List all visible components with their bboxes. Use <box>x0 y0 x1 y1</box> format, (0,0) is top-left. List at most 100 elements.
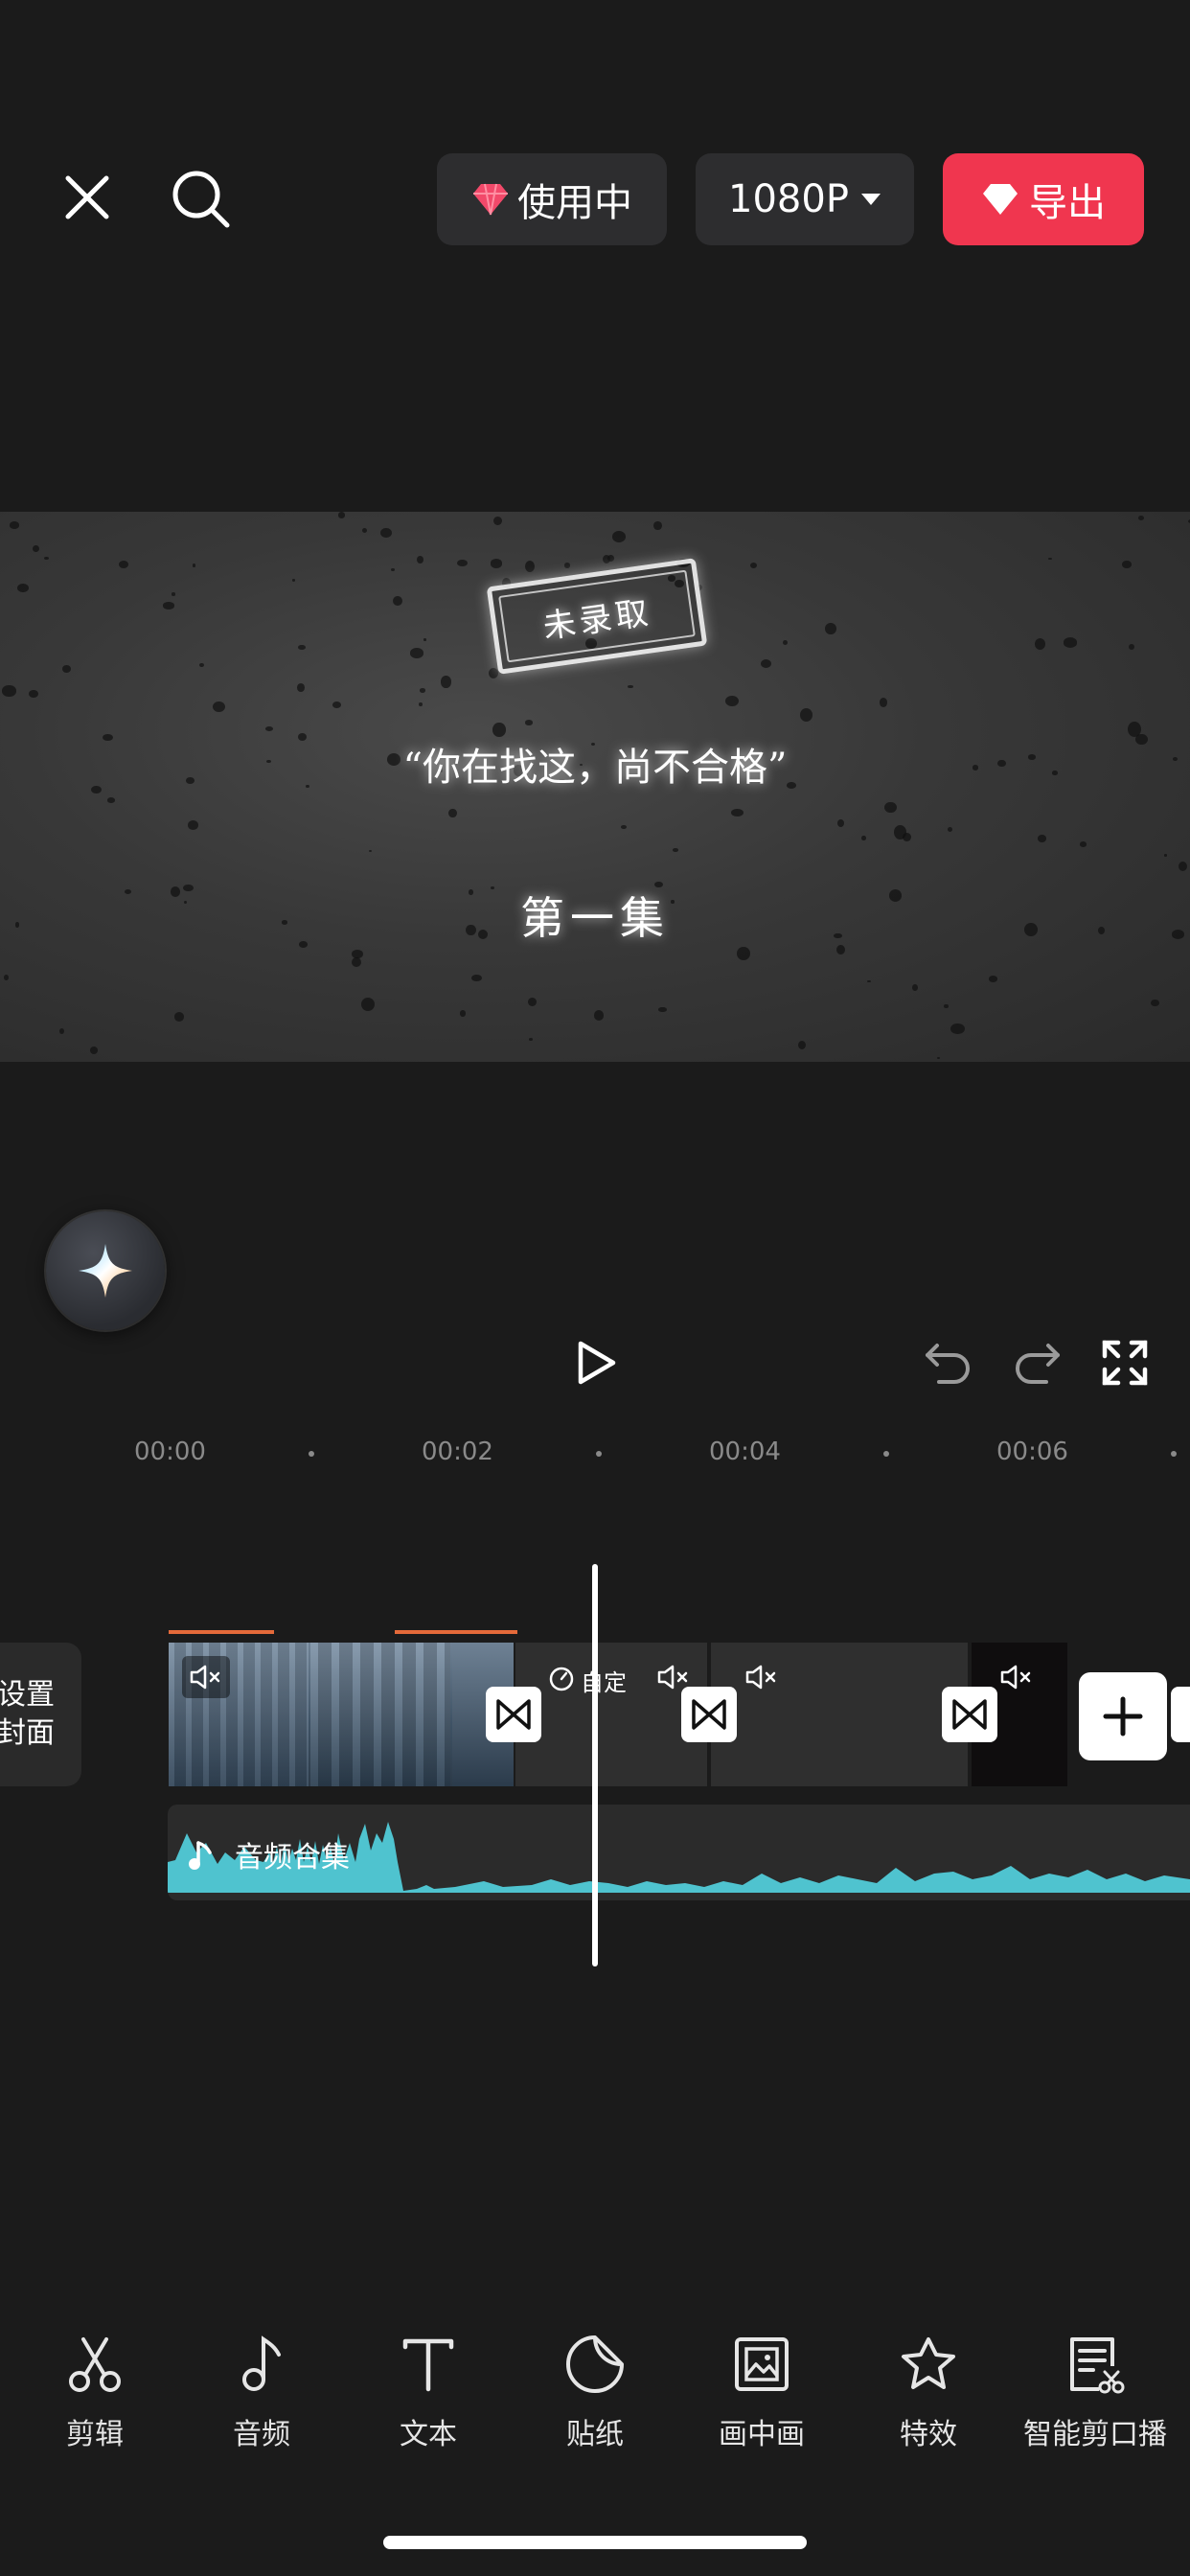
mute-icon <box>1000 1665 1031 1690</box>
speed-label: 自定 <box>581 1669 627 1696</box>
preview-speck <box>390 567 395 572</box>
video-clip[interactable]: 自定 <box>515 1643 707 1786</box>
preview-speck <box>760 658 772 669</box>
plus-icon <box>1103 1696 1143 1736</box>
search-icon <box>172 171 230 228</box>
resolution-dropdown[interactable]: 1080P <box>696 153 914 245</box>
preview-speck <box>265 725 274 731</box>
preview-speck <box>44 556 50 560</box>
set-cover-button[interactable]: 设置 封面 <box>0 1643 81 1786</box>
preview-speck <box>1137 516 1145 521</box>
preview-speck <box>653 520 662 530</box>
tool-edit[interactable]: 剪辑 <box>13 2334 176 2452</box>
scissors-icon <box>69 2337 121 2392</box>
tool-label: 贴纸 <box>566 2418 624 2451</box>
smart-cut-icon <box>1070 2337 1125 2394</box>
undo-button[interactable] <box>920 1336 977 1390</box>
preview-speck <box>1080 840 1087 847</box>
preview-speck <box>171 592 175 596</box>
pro-status-label: 使用中 <box>517 181 632 225</box>
clip-marker <box>169 1630 274 1634</box>
fullscreen-button[interactable] <box>1096 1334 1154 1392</box>
preview-speck <box>750 562 758 568</box>
ai-assistant-button[interactable] <box>46 1211 165 1330</box>
tool-audio[interactable]: 音频 <box>180 2334 343 2452</box>
preview-speck <box>118 560 128 568</box>
preview-stamp-text: 未录取 <box>540 592 654 647</box>
preview-speck <box>380 527 393 539</box>
sticker-icon <box>566 2335 624 2393</box>
preview-speck <box>297 682 305 692</box>
video-clip[interactable] <box>711 1643 968 1786</box>
transition-button[interactable] <box>942 1687 997 1742</box>
close-button[interactable] <box>53 163 122 232</box>
audio-track-label: 音频合集 <box>235 1841 350 1874</box>
preview-speck <box>423 638 427 642</box>
ruler-dot <box>309 1451 314 1457</box>
preview-speck <box>1178 861 1188 872</box>
transition-button[interactable] <box>1171 1687 1190 1742</box>
mute-toggle[interactable] <box>182 1656 230 1698</box>
tool-label: 特效 <box>900 2418 957 2451</box>
video-clip[interactable] <box>169 1643 514 1786</box>
preview-speck <box>658 1006 667 1013</box>
preview-speck <box>393 596 402 607</box>
preview-speck <box>1048 557 1053 561</box>
diamond-icon <box>983 184 1018 215</box>
preview-speck <box>593 1010 605 1022</box>
add-clip-button[interactable] <box>1079 1672 1167 1760</box>
mute-toggle[interactable] <box>993 1656 1041 1698</box>
preview-speck <box>988 976 998 982</box>
tool-picture-in-picture[interactable]: 画中画 <box>680 2334 843 2452</box>
preview-speck <box>448 808 457 818</box>
playhead[interactable] <box>592 1564 598 1966</box>
clip-marker <box>395 1630 517 1634</box>
preview-speck <box>611 531 627 543</box>
home-indicator[interactable] <box>383 2536 807 2549</box>
redo-button[interactable] <box>1008 1336 1065 1390</box>
preview-speck <box>337 512 346 518</box>
cover-label-line1: 设置 <box>0 1677 55 1712</box>
preview-speck <box>524 720 534 726</box>
transition-button[interactable] <box>486 1687 541 1742</box>
preview-speck <box>673 847 679 852</box>
preview-speck <box>351 956 361 968</box>
mute-toggle[interactable] <box>738 1656 786 1698</box>
preview-speck <box>799 708 813 723</box>
preview-speck <box>420 688 426 693</box>
play-button[interactable] <box>565 1332 627 1393</box>
preview-speck <box>441 676 451 688</box>
preview-speck <box>409 648 423 658</box>
preview-speck <box>28 689 38 698</box>
transition-button[interactable] <box>681 1687 737 1742</box>
export-button[interactable]: 导出 <box>943 153 1144 245</box>
tool-text[interactable]: 文本 <box>347 2334 510 2452</box>
preview-speck <box>912 983 919 992</box>
music-note-icon <box>189 1841 212 1870</box>
preview-episode-title: 第一集 <box>520 892 670 944</box>
preview-speck <box>724 695 740 707</box>
pro-status-button[interactable]: 使用中 <box>437 153 667 245</box>
ruler-dot <box>1171 1451 1177 1457</box>
preview-speck <box>459 1010 467 1017</box>
preview-speck <box>89 1046 98 1055</box>
redo-icon <box>1016 1344 1060 1384</box>
preview-speck <box>944 1004 949 1008</box>
tool-effects[interactable]: 特效 <box>847 2334 1010 2452</box>
preview-speck <box>61 665 71 674</box>
preview-speck <box>418 702 423 707</box>
search-button[interactable] <box>165 163 238 236</box>
tool-label: 音频 <box>233 2418 290 2451</box>
audio-track[interactable]: 音频合集 <box>168 1805 1190 1900</box>
preview-speck <box>188 819 199 830</box>
preview-speck <box>903 832 912 842</box>
tool-sticker[interactable]: 贴纸 <box>514 2334 676 2452</box>
preview-speck <box>1129 643 1135 650</box>
ruler-label: 00:02 <box>422 1438 493 1466</box>
tool-label: 剪辑 <box>66 2418 124 2451</box>
export-label: 导出 <box>1029 181 1106 225</box>
preview-speck <box>621 824 628 830</box>
tool-smart-cut[interactable]: 智能剪口播 <box>1014 2334 1177 2452</box>
preview-speck <box>298 645 306 651</box>
resolution-label: 1080P <box>728 177 849 221</box>
